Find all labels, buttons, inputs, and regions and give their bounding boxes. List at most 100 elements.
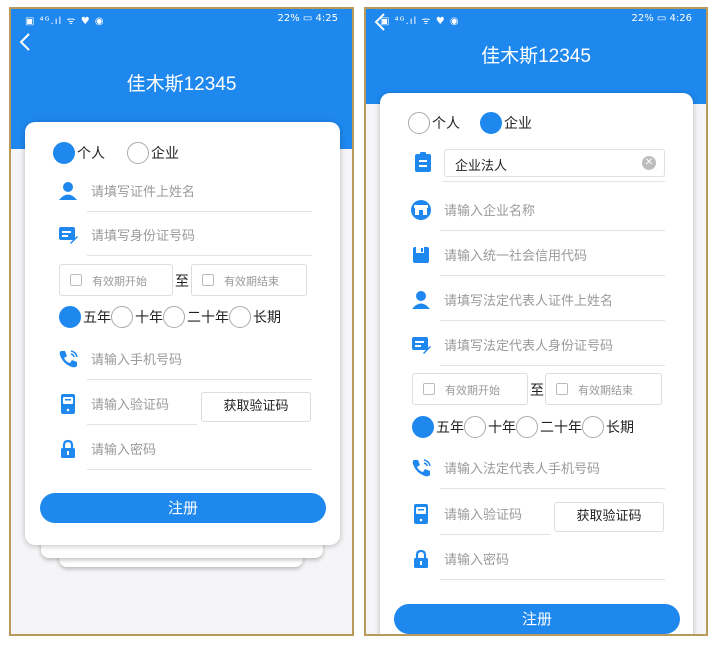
validity-duration-selector: 五年 十年 二十年 长期 — [412, 416, 634, 438]
radio-selected-icon — [53, 142, 75, 164]
id-number-field[interactable]: 请填写身份证号码 — [57, 212, 312, 256]
legal-phone-input[interactable]: 请输入法定代表人手机号码 — [444, 458, 600, 477]
legal-name-field[interactable]: 请填写法定代表人证件上姓名 — [410, 277, 665, 321]
radio-unselected-icon — [516, 416, 538, 438]
password-input[interactable]: 请输入密码 — [444, 549, 509, 568]
code-input[interactable]: 请输入验证码 — [444, 504, 522, 523]
get-code-button[interactable]: 获取验证码 — [201, 392, 311, 422]
legal-name-input[interactable]: 请填写法定代表人证件上姓名 — [444, 290, 613, 309]
person-icon — [59, 182, 77, 200]
company-name-field[interactable]: 请输入企业名称 — [410, 187, 665, 231]
sms-icon — [61, 394, 75, 414]
clear-icon[interactable]: ✕ — [642, 156, 656, 170]
calendar-icon — [423, 383, 435, 395]
legal-phone-field[interactable]: 请输入法定代表人手机号码 — [410, 445, 665, 489]
password-input[interactable]: 请输入密码 — [91, 439, 156, 458]
page-title: 佳木斯12345 — [481, 46, 591, 67]
radio-unselected-icon — [582, 416, 604, 438]
registration-card: 个人 企业 企业法人 ✕ 请输入企业名称 请输入统一社会信用代码 请填写法定代表… — [380, 93, 693, 634]
calendar-icon — [202, 274, 214, 286]
validity-duration-selector: 五年 十年 二十年 长期 — [59, 306, 281, 328]
validity-start-picker[interactable]: 有效期开始 — [59, 264, 173, 296]
radio-personal[interactable]: 个人 — [53, 142, 105, 164]
registration-card: 个人 企业 请填写证件上姓名 请填写身份证号码 有效期开始 至 有效期结束 五年… — [25, 122, 340, 545]
lock-icon — [61, 439, 75, 458]
radio-unselected-icon — [127, 142, 149, 164]
radio-permanent[interactable]: 长期 — [582, 416, 634, 438]
save-icon — [413, 247, 429, 263]
radio-selected-icon — [480, 112, 502, 134]
person-icon — [412, 291, 430, 309]
password-field[interactable]: 请输入密码 — [57, 426, 312, 470]
back-arrow-icon[interactable] — [19, 31, 31, 53]
radio-unselected-icon — [464, 416, 486, 438]
validity-start-picker[interactable]: 有效期开始 — [412, 373, 528, 405]
radio-unselected-icon — [408, 112, 430, 134]
radio-unselected-icon — [111, 306, 133, 328]
code-field[interactable]: 请输入验证码 — [410, 491, 550, 535]
back-arrow-icon[interactable] — [374, 11, 386, 33]
radio-ten-years[interactable]: 十年 — [111, 306, 163, 328]
radio-unselected-icon — [163, 306, 185, 328]
name-field[interactable]: 请填写证件上姓名 — [57, 168, 312, 212]
clipboard-icon — [415, 152, 431, 172]
radio-selected-icon — [412, 416, 434, 438]
radio-selected-icon — [59, 306, 81, 328]
phone-icon — [59, 350, 78, 368]
status-bar: ▣ ⁴ᴳ.ıl ᯤ ♥ ◉ 22% ▭ 4:26 — [380, 13, 692, 29]
register-button[interactable]: 注册 — [394, 604, 680, 634]
clock: 4:26 — [669, 13, 692, 24]
page-title: 佳木斯12345 — [126, 74, 237, 95]
id-number-input[interactable]: 请填写身份证号码 — [91, 225, 195, 244]
entity-type-select[interactable]: 企业法人 ✕ — [444, 149, 665, 177]
id-card-icon — [412, 337, 431, 354]
battery-icon: ▭ — [302, 13, 313, 24]
battery-level: 22% — [631, 13, 654, 24]
date-separator: 至 — [530, 383, 544, 399]
lock-icon — [414, 549, 428, 568]
status-icons: ▣ ⁴ᴳ.ıl ᯤ ♥ ◉ — [380, 16, 460, 27]
screen-personal-registration: ▣ ⁴ᴳ.ıl ᯤ ♥ ◉ 22% ▭ 4:25 佳木斯12345 个人 企业 … — [9, 7, 354, 636]
get-code-button[interactable]: 获取验证码 — [554, 502, 664, 532]
battery-icon: ▭ — [656, 13, 667, 24]
radio-unselected-icon — [229, 306, 251, 328]
screen-enterprise-registration: ▣ ⁴ᴳ.ıl ᯤ ♥ ◉ 22% ▭ 4:26 佳木斯12345 个人 企业 … — [364, 7, 708, 636]
radio-permanent[interactable]: 长期 — [229, 306, 281, 328]
legal-id-field[interactable]: 请填写法定代表人身份证号码 — [410, 322, 665, 366]
status-bar: ▣ ⁴ᴳ.ıl ᯤ ♥ ◉ 22% ▭ 4:25 — [25, 13, 338, 29]
header-bar: ▣ ⁴ᴳ.ıl ᯤ ♥ ◉ 22% ▭ 4:26 佳木斯12345 — [366, 9, 706, 104]
code-field[interactable]: 请输入验证码 — [57, 381, 197, 425]
validity-end-picker[interactable]: 有效期结束 — [545, 373, 662, 405]
clock: 4:25 — [315, 13, 338, 24]
date-separator: 至 — [175, 274, 189, 290]
calendar-icon — [70, 274, 82, 286]
radio-five-years[interactable]: 五年 — [59, 306, 111, 328]
radio-personal[interactable]: 个人 — [408, 112, 460, 134]
radio-ten-years[interactable]: 十年 — [464, 416, 516, 438]
calendar-icon — [556, 383, 568, 395]
id-card-icon — [59, 227, 78, 244]
radio-five-years[interactable]: 五年 — [412, 416, 464, 438]
battery-level: 22% — [277, 13, 300, 24]
legal-id-input[interactable]: 请填写法定代表人身份证号码 — [444, 335, 613, 354]
phone-icon — [412, 459, 431, 477]
radio-twenty-years[interactable]: 二十年 — [516, 416, 582, 438]
account-type-selector: 个人 企业 — [53, 142, 191, 164]
radio-enterprise[interactable]: 企业 — [127, 142, 179, 164]
entity-type-value: 企业法人 — [455, 159, 508, 174]
company-name-input[interactable]: 请输入企业名称 — [444, 200, 535, 219]
radio-enterprise[interactable]: 企业 — [480, 112, 532, 134]
code-input[interactable]: 请输入验证码 — [91, 394, 169, 413]
radio-twenty-years[interactable]: 二十年 — [163, 306, 229, 328]
account-type-selector: 个人 企业 — [408, 112, 544, 134]
store-icon — [411, 200, 431, 220]
password-field[interactable]: 请输入密码 — [410, 536, 665, 580]
register-button[interactable]: 注册 — [40, 493, 326, 523]
name-input[interactable]: 请填写证件上姓名 — [91, 181, 195, 200]
phone-field[interactable]: 请输入手机号码 — [57, 336, 312, 380]
credit-code-field[interactable]: 请输入统一社会信用代码 — [410, 232, 665, 276]
status-icons: ▣ ⁴ᴳ.ıl ᯤ ♥ ◉ — [25, 16, 105, 27]
credit-code-input[interactable]: 请输入统一社会信用代码 — [444, 245, 587, 264]
validity-end-picker[interactable]: 有效期结束 — [191, 264, 307, 296]
phone-input[interactable]: 请输入手机号码 — [91, 349, 182, 368]
